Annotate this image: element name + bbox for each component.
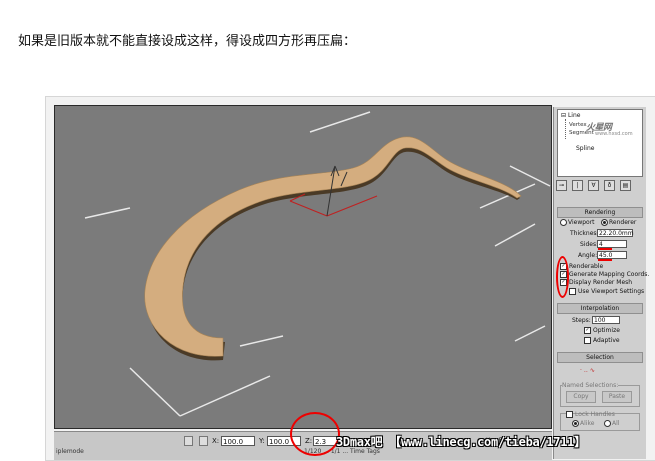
lock-handles-label: Lock Handles bbox=[575, 411, 615, 418]
modifier-stack-list[interactable]: ⊟ Line Vertex Segment Spline 火星网 www.hxs… bbox=[557, 109, 643, 177]
all-radio-label: All bbox=[612, 420, 620, 427]
radio-circle bbox=[560, 219, 567, 226]
renderable-label: Renderable bbox=[569, 263, 604, 270]
stack-item-vertex[interactable]: Vertex bbox=[569, 122, 587, 128]
renderer-radio[interactable]: Renderer bbox=[601, 219, 636, 226]
show-end-result-icon[interactable]: | bbox=[572, 180, 583, 191]
perspective-viewport[interactable] bbox=[54, 105, 552, 429]
rendering-rollout-header[interactable]: Rendering bbox=[557, 207, 643, 218]
interpolation-rollout-header[interactable]: Interpolation bbox=[557, 303, 643, 314]
red-annotation-checkboxes bbox=[556, 256, 569, 298]
gizmo-axis-y bbox=[326, 195, 378, 217]
angle-label: Angle: bbox=[578, 252, 598, 259]
named-selections-label: Named Selections: bbox=[562, 382, 619, 389]
forum-watermark-banner: 3Dmax吧 【www.linecg.com/tieba/1711】 bbox=[336, 435, 586, 449]
pin-stack-icon[interactable]: ⊸ bbox=[556, 180, 567, 191]
grid-line bbox=[84, 207, 131, 219]
use-viewport-settings-label: Use Viewport Settings bbox=[578, 288, 645, 295]
viewport-radio[interactable]: Viewport bbox=[560, 219, 595, 226]
display-render-mesh-label: Display Render Mesh bbox=[569, 279, 633, 286]
remove-modifier-icon[interactable]: ð bbox=[604, 180, 615, 191]
absolute-mode-icon[interactable] bbox=[199, 436, 208, 446]
checkbox-box: ✓ bbox=[584, 327, 591, 334]
paste-button[interactable]: Paste bbox=[602, 391, 632, 403]
steps-label: Steps: bbox=[572, 317, 591, 324]
grid-line bbox=[179, 375, 271, 417]
alike-radio-label: Alike bbox=[580, 420, 595, 427]
grid-line bbox=[129, 367, 181, 417]
radio-circle bbox=[601, 219, 608, 226]
stack-item-line[interactable]: ⊟ Line bbox=[561, 112, 580, 119]
y-label: Y: bbox=[259, 437, 265, 445]
lock-selection-icon[interactable] bbox=[184, 436, 193, 446]
configure-sets-icon[interactable]: ▤ bbox=[620, 180, 631, 191]
mapping-coords-checkbox[interactable]: ✓ Generate Mapping Coords. bbox=[560, 271, 649, 278]
checkbox-box bbox=[566, 411, 573, 418]
angle-input[interactable]: 45.0 bbox=[597, 251, 627, 259]
lock-handles-checkbox[interactable]: Lock Handles bbox=[566, 411, 615, 418]
stack-toolbar: ⊸ | ∀ ð ▤ bbox=[556, 180, 644, 192]
grid-line bbox=[309, 111, 371, 133]
grid-line bbox=[509, 165, 551, 187]
viewport-scene bbox=[84, 111, 551, 417]
make-unique-icon[interactable]: ∀ bbox=[588, 180, 599, 191]
grid-line bbox=[494, 223, 536, 247]
thickness-input[interactable]: 22.20.0mm bbox=[597, 229, 634, 237]
x-coordinate-input[interactable]: 100.0 bbox=[221, 436, 255, 446]
mapping-coords-label: Generate Mapping Coords. bbox=[569, 271, 650, 278]
checkbox-box bbox=[569, 288, 576, 295]
sides-label: Sides: bbox=[580, 241, 599, 248]
caption-text: 如果是旧版本就不能直接设成这样，得设成四方形再压扁： bbox=[18, 34, 357, 49]
stack-item-spline[interactable]: Spline bbox=[576, 145, 594, 152]
checkbox-box bbox=[584, 337, 591, 344]
viewport-radio-label: Viewport bbox=[568, 219, 595, 226]
steps-input[interactable]: 100 bbox=[592, 316, 620, 324]
renderer-radio-label: Renderer bbox=[609, 219, 637, 226]
sides-input[interactable]: 4 bbox=[597, 240, 627, 248]
radio-circle bbox=[604, 420, 611, 427]
red-annotation-z-field bbox=[290, 412, 340, 456]
red-underline-angle bbox=[598, 259, 612, 261]
radio-circle bbox=[572, 420, 579, 427]
prompt-text: iplemode bbox=[56, 448, 84, 455]
gizmo-axis-x bbox=[289, 200, 328, 217]
use-viewport-settings-checkbox[interactable]: Use Viewport Settings bbox=[569, 288, 644, 295]
grid-line bbox=[514, 325, 546, 342]
red-underline-sides bbox=[598, 248, 612, 250]
display-render-mesh-checkbox[interactable]: ✓ Display Render Mesh bbox=[560, 279, 632, 286]
spline-mesh bbox=[144, 136, 522, 357]
optimize-checkbox[interactable]: ✓ Optimize bbox=[584, 327, 620, 334]
x-label: X: bbox=[212, 437, 220, 445]
watermark-url: www.hxsd.com bbox=[595, 131, 633, 137]
vertex-segment-spline-icons[interactable]: ·‥∿ bbox=[580, 367, 597, 374]
adaptive-checkbox[interactable]: Adaptive bbox=[584, 337, 620, 344]
alike-radio[interactable]: Alike bbox=[572, 420, 594, 427]
selection-rollout-header[interactable]: Selection bbox=[557, 352, 643, 363]
all-radio[interactable]: All bbox=[604, 420, 619, 427]
tree-connector bbox=[565, 119, 567, 139]
adaptive-label: Adaptive bbox=[593, 337, 620, 344]
optimize-label: Optimize bbox=[593, 327, 620, 334]
copy-button[interactable]: Copy bbox=[566, 391, 596, 403]
grid-line bbox=[239, 335, 284, 347]
